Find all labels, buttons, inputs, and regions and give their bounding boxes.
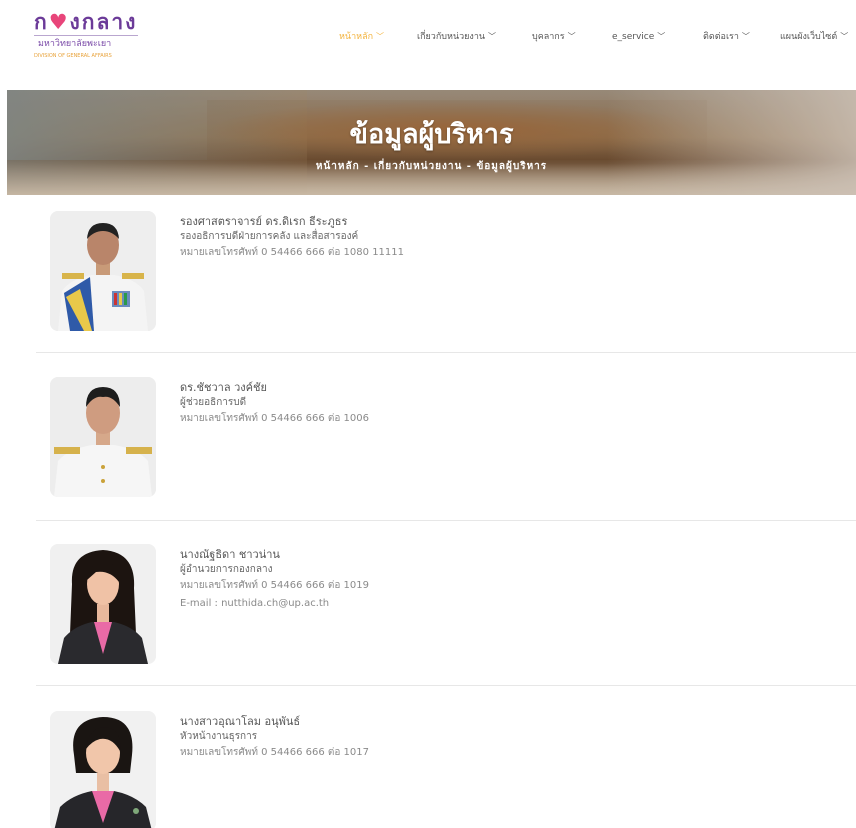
portrait-image: [50, 711, 156, 828]
portrait-image: [50, 544, 156, 664]
executive-card: นางณัฐธิดา ชาวน่าน ผู้อำนวยการกองกลาง หม…: [36, 544, 856, 669]
portrait-image: [50, 211, 156, 331]
executive-photo: [50, 711, 156, 828]
nav-item-label: e_service: [612, 32, 655, 42]
site-header: ก♥งกลาง มหาวิทยาลัยพะเยา DIVISION OF GEN…: [0, 0, 856, 90]
executive-name: รองศาสตราจารย์ ดร.ดิเรก ธีระภูธร: [180, 215, 348, 228]
nav-item-label: บุคลากร: [532, 32, 565, 42]
chevron-down-icon: ﹀: [741, 32, 750, 41]
nav-item-label: แผนผังเว็บไซต์: [780, 32, 838, 42]
executive-email[interactable]: E-mail : nutthida.ch@up.ac.th: [180, 594, 820, 614]
executive-card: รองศาสตราจารย์ ดร.ดิเรก ธีระภูธร รองอธิก…: [36, 211, 856, 336]
executive-photo: [50, 377, 156, 497]
nav-item-about[interactable]: เกี่ยวกับหน่วยงาน ﹀: [417, 30, 496, 44]
executive-position: ผู้อำนวยการกองกลาง: [180, 564, 273, 575]
nav-item-label: เกี่ยวกับหน่วยงาน: [417, 32, 486, 42]
executive-phone: หมายเลขโทรศัพท์ 0 54466 666 ต่อ 1019: [180, 580, 370, 591]
chevron-down-icon: ﹀: [567, 32, 576, 41]
nav-item-eservice[interactable]: e_service ﹀: [612, 30, 665, 44]
page-title: ข้อมูลผู้บริหาร: [349, 119, 514, 150]
executive-card: นางสาวอุณาโลม อนุพันธ์ หัวหน้างานธุรการ …: [36, 711, 856, 828]
nav-item-personnel[interactable]: บุคลากร ﹀: [532, 30, 576, 44]
executive-card: ดร.ชัชวาล วงค์ชัย ผู้ช่วยอธิการบดี หมายเ…: [36, 377, 856, 502]
nav-item-label: หน้าหลัก: [339, 32, 374, 42]
executive-info: นางณัฐธิดา ชาวน่าน ผู้อำนวยการกองกลาง หม…: [180, 547, 820, 614]
chevron-down-icon: ﹀: [657, 32, 666, 41]
chevron-down-icon: ﹀: [840, 32, 849, 41]
executive-name: ดร.ชัชวาล วงค์ชัย: [180, 381, 267, 394]
executive-position: ผู้ช่วยอธิการบดี: [180, 397, 247, 408]
logo-english: DIVISION OF GENERAL AFFAIRS: [34, 53, 112, 59]
executive-phone: หมายเลขโทรศัพท์ 0 54466 666 ต่อ 1080 111…: [180, 247, 404, 258]
executive-phone: หมายเลขโทรศัพท์ 0 54466 666 ต่อ 1006: [180, 413, 370, 424]
executive-name: นางสาวอุณาโลม อนุพันธ์: [180, 715, 301, 728]
nav-item-label: ติดต่อเรา: [703, 32, 739, 42]
breadcrumb: หน้าหลัก - เกี่ยวกับหน่วยงาน - ข้อมูลผู้…: [315, 161, 548, 172]
chevron-down-icon: ﹀: [488, 32, 497, 41]
divider: [36, 520, 856, 521]
chevron-down-icon: ﹀: [376, 32, 385, 41]
executive-info: นางสาวอุณาโลม อนุพันธ์ หัวหน้างานธุรการ …: [180, 714, 820, 761]
main-nav: หน้าหลัก ﹀ เกี่ยวกับหน่วยงาน ﹀ บุคลากร ﹀ e_…: [0, 30, 856, 46]
nav-item-contact[interactable]: ติดต่อเรา ﹀: [703, 30, 750, 44]
executive-photo: [50, 211, 156, 331]
executive-info: รองศาสตราจารย์ ดร.ดิเรก ธีระภูธร รองอธิก…: [180, 214, 820, 261]
executive-name: นางณัฐธิดา ชาวน่าน: [180, 548, 280, 561]
divider: [36, 352, 856, 353]
page-banner: ข้อมูลผู้บริหาร หน้าหลัก - เกี่ยวกับหน่ว…: [7, 90, 856, 195]
nav-item-sitemap[interactable]: แผนผังเว็บไซต์ ﹀: [780, 30, 848, 44]
portrait-image: [50, 377, 156, 497]
executive-position: รองอธิการบดีฝ่ายการคลัง และสื่อสารองค์: [180, 231, 359, 242]
nav-item-home[interactable]: หน้าหลัก ﹀: [339, 30, 384, 44]
executive-photo: [50, 544, 156, 664]
executive-position: หัวหน้างานธุรการ: [180, 731, 258, 742]
executive-info: ดร.ชัชวาล วงค์ชัย ผู้ช่วยอธิการบดี หมายเ…: [180, 380, 820, 427]
executive-phone: หมายเลขโทรศัพท์ 0 54466 666 ต่อ 1017: [180, 747, 370, 758]
divider: [36, 685, 856, 686]
